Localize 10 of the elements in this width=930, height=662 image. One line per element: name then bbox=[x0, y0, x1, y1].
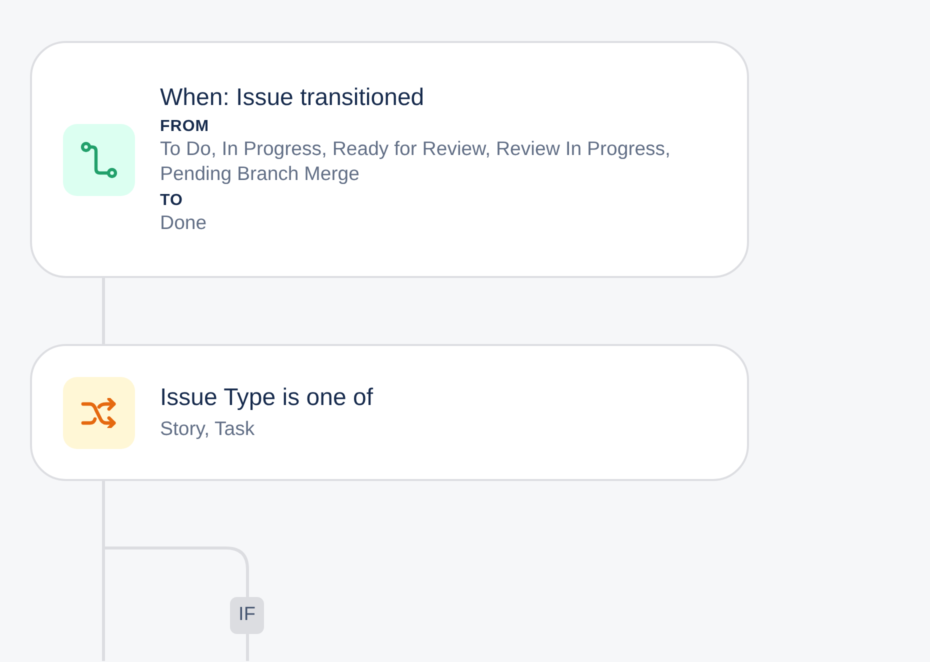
field-value: To Do, In Progress, Ready for Review, Review In Progress, Pending Branch Merge bbox=[160, 137, 672, 187]
branch-label: IF bbox=[230, 597, 264, 634]
path-icon bbox=[80, 140, 118, 178]
field-label: FROM bbox=[160, 117, 210, 137]
field-label: TO bbox=[160, 191, 184, 211]
step-title: When: Issue transitioned bbox=[160, 83, 426, 113]
field-value: Done bbox=[160, 211, 208, 236]
shuffle-icon bbox=[80, 398, 118, 428]
field-value: Story, Task bbox=[160, 417, 256, 442]
step-title: Issue Type is one of bbox=[160, 383, 374, 413]
